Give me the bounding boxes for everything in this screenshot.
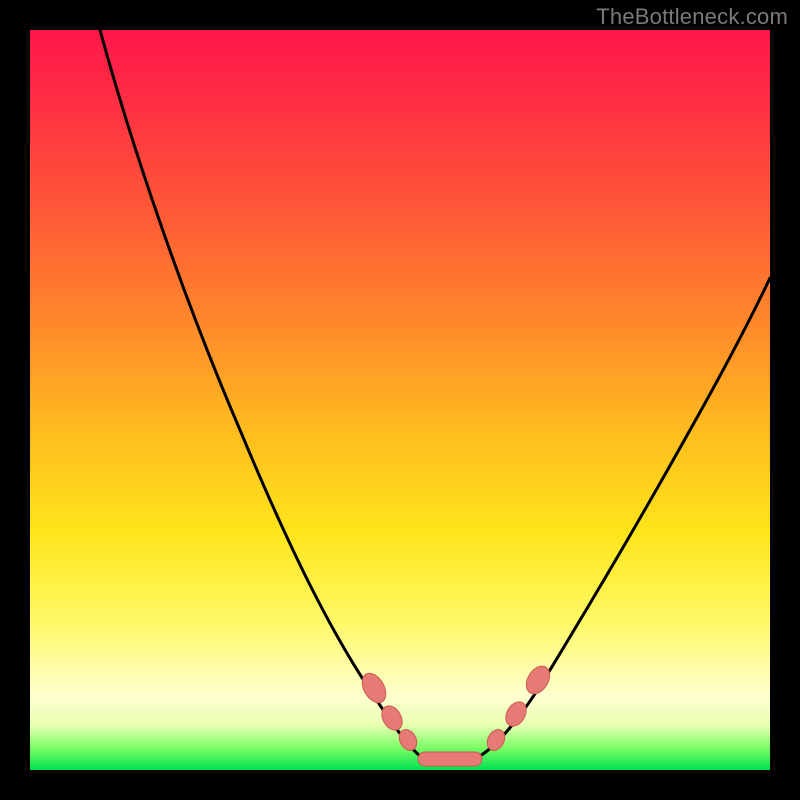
- right-curve: [480, 278, 770, 756]
- marker-dot: [522, 662, 555, 698]
- curve-layer: [30, 30, 770, 770]
- watermark-text: TheBottleneck.com: [596, 4, 788, 30]
- marker-dot: [418, 752, 482, 766]
- marker-dot: [357, 669, 390, 707]
- left-curve: [100, 30, 420, 756]
- chart-frame: TheBottleneck.com: [0, 0, 800, 800]
- marker-dot: [502, 698, 531, 730]
- plot-area: [30, 30, 770, 770]
